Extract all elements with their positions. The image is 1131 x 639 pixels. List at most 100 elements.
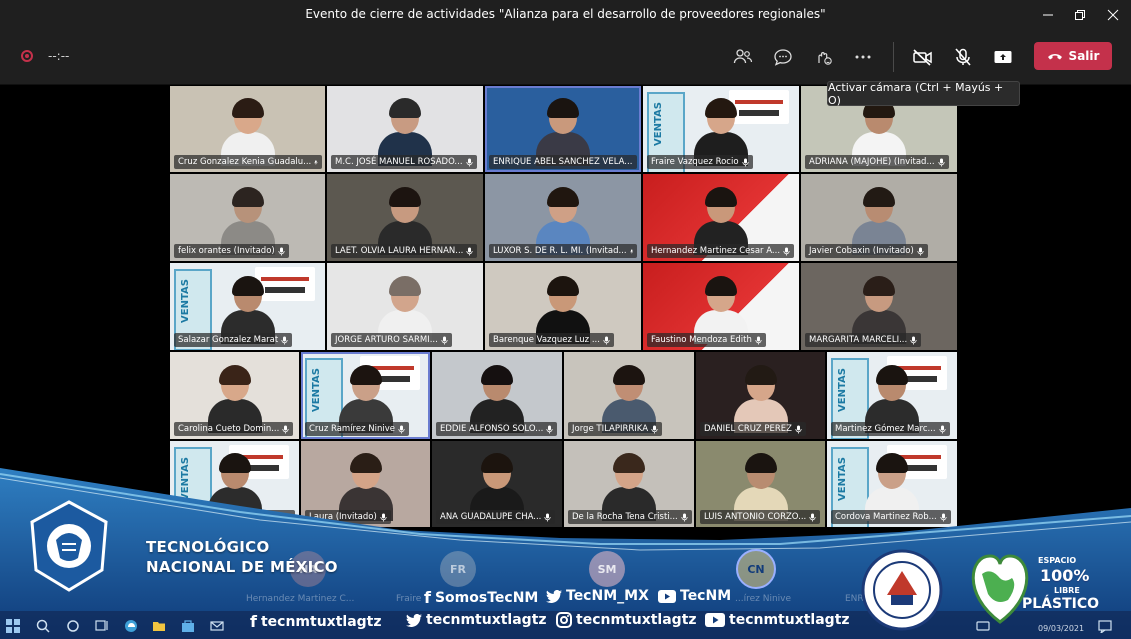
participant-name-text: EDDIE ALFONSO SOLO... <box>440 424 544 434</box>
participant-tile[interactable]: LUXOR S. DE R. L. MI. (Invitad... <box>484 173 642 262</box>
edge-icon[interactable] <box>124 618 138 632</box>
participant-name-text: Cruz Gonzalez Kenia Guadalu... <box>178 157 312 167</box>
participant-name: felix orantes (Invitado) <box>174 244 289 258</box>
participant-tile[interactable]: Faustino Mendoza Edith <box>642 262 800 351</box>
mic-icon <box>398 425 405 433</box>
camera-off-icon[interactable] <box>907 43 939 71</box>
window-titlebar: Evento de cierre de actividades "Alianza… <box>0 0 1131 30</box>
overflow-avatar[interactable]: CN <box>736 549 776 589</box>
participant-tile[interactable]: JORGE ARTURO SARMI... <box>326 262 484 351</box>
participant-name-text: Cruz Ramírez Ninive <box>309 424 395 434</box>
twitter-icon <box>546 589 562 603</box>
mail-icon[interactable] <box>210 618 224 632</box>
participant-name-text: DANIEL CRUZ PEREZ <box>704 424 792 434</box>
participant-name-text: MARGARITA MARCELI... <box>809 335 908 345</box>
participant-tile[interactable]: Hernandez Martinez Cesar A... <box>642 173 800 262</box>
participant-name-text: Carolina Cueto Domin... <box>178 424 280 434</box>
participant-tile[interactable]: Cruz Gonzalez Kenia Guadalu... <box>169 85 326 173</box>
participant-name-text: Hernandez Martinez Cesar A... <box>651 246 781 256</box>
participant-tile[interactable]: ENRIQUE ABEL SANCHEZ VELA... <box>484 85 642 173</box>
tecnm-brand: TECNOLÓGICO NACIONAL DE MÉXICO <box>146 537 338 577</box>
participant-name: ENRIQUE ABEL SANCHEZ VELA... <box>489 155 637 169</box>
search-icon[interactable] <box>36 618 50 633</box>
hang-up-icon <box>1047 54 1062 60</box>
social-handle: SomosTecNM <box>434 589 539 606</box>
mic-icon <box>603 336 610 344</box>
participant-tile[interactable]: Carolina Cueto Domin... <box>169 351 300 440</box>
participant-name: Martinez Gómez Marc... <box>831 422 950 436</box>
reactions-icon[interactable] <box>807 43 839 71</box>
participant-name: Faustino Mendoza Edith <box>647 333 766 347</box>
meeting-timer: --:-- <box>48 49 70 63</box>
leave-button[interactable]: Salir <box>1034 42 1112 70</box>
participant-name: EDDIE ALFONSO SOLO... <box>436 422 558 436</box>
participant-tile[interactable]: VENTAS Cruz Ramírez Ninive <box>300 351 431 440</box>
social-handle: tecnmtuxtlagtz <box>576 612 697 628</box>
social-handle: tecnmtuxtlagtz <box>260 613 382 630</box>
toolbar-divider <box>893 42 894 72</box>
participant-name-text: Jorge TILAPIRRIKA <box>572 424 649 434</box>
recording-indicator-icon <box>21 50 33 62</box>
social-facebook-2: f tecnmtuxtlagtz <box>250 612 382 631</box>
restore-icon[interactable] <box>1066 3 1094 27</box>
share-screen-icon[interactable] <box>987 43 1019 71</box>
task-view-icon[interactable] <box>95 618 109 632</box>
participant-name: Salazar Gonzalez Marat <box>174 333 293 347</box>
faded-participant-name: ...írez Ninive <box>735 594 792 604</box>
window-title: Evento de cierre de actividades "Alianza… <box>305 7 826 21</box>
participant-tile[interactable]: MARGARITA MARCELI... <box>800 262 958 351</box>
faded-participant-name: Hernandez Martinez C... <box>246 594 355 604</box>
close-icon[interactable] <box>1099 3 1127 27</box>
notifications-icon[interactable] <box>1098 618 1112 635</box>
participant-name-text: Barenque Vazquez Luz ... <box>493 335 600 345</box>
leave-label: Salir <box>1068 49 1100 63</box>
facebook-icon: f <box>250 612 257 631</box>
overflow-avatar[interactable]: FR <box>440 551 476 587</box>
participant-name-text: ENRIQUE ABEL SANCHEZ VELA... <box>493 157 633 167</box>
participant-tile[interactable]: Barenque Vazquez Luz ... <box>484 262 642 351</box>
badge-line-1: ESPACIO <box>1038 556 1077 565</box>
participant-name: Carolina Cueto Domin... <box>174 422 294 436</box>
overflow-avatar[interactable]: SM <box>589 551 625 587</box>
participant-name-text: Fraire Vazquez Rocio <box>651 157 739 167</box>
social-facebook: f SomosTecNM <box>424 588 538 607</box>
faded-participant-name: Fraire <box>396 594 422 604</box>
brand-line-2: NACIONAL DE MÉXICO <box>146 558 338 576</box>
participant-tile[interactable]: VENTAS Salazar Gonzalez Marat <box>169 262 326 351</box>
participant-tile[interactable]: VENTAS Fraire Vazquez Rocio <box>642 85 800 173</box>
mic-icon <box>910 336 917 344</box>
more-options-icon[interactable] <box>847 43 879 71</box>
camera-tooltip: Activar cámara (Ctrl + Mayús + O) <box>827 81 1020 107</box>
chat-icon[interactable] <box>767 43 799 71</box>
mic-off-icon[interactable] <box>947 43 979 71</box>
participant-tile[interactable]: felix orantes (Invitado) <box>169 173 326 262</box>
heart-globe-icon <box>971 554 1029 624</box>
start-icon[interactable] <box>6 618 20 633</box>
cortana-icon[interactable] <box>66 618 80 632</box>
participant-tile[interactable]: Javier Cobaxin (Invitado) <box>800 173 958 262</box>
social-instagram: tecnmtuxtlagtz <box>556 612 697 628</box>
twitter-icon <box>406 613 422 627</box>
instagram-icon <box>556 612 572 628</box>
participant-tile[interactable]: LAET. OLVIA LAURA HERNAN... <box>326 173 484 262</box>
participant-tile[interactable]: VENTAS Martinez Gómez Marc... <box>826 351 958 440</box>
participants-icon[interactable] <box>727 43 759 71</box>
mic-icon <box>795 425 802 433</box>
participant-name: LAET. OLVIA LAURA HERNAN... <box>331 244 478 258</box>
participant-tile[interactable]: M.C. JOSÉ MANUEL ROSADO... <box>326 85 484 173</box>
mic-icon <box>741 158 749 166</box>
mic-icon <box>755 336 762 344</box>
participant-tile[interactable]: EDDIE ALFONSO SOLO... <box>431 351 563 440</box>
ventas-text: VENTAS <box>837 368 848 412</box>
participant-tile[interactable]: Jorge TILAPIRRIKA <box>563 351 695 440</box>
minimize-icon[interactable] <box>1034 3 1062 27</box>
participant-name: DANIEL CRUZ PEREZ <box>700 422 806 436</box>
video-grid: Cruz Gonzalez Kenia Guadalu... M.C. JOSÉ … <box>169 85 958 528</box>
participant-name: Cruz Gonzalez Kenia Guadalu... <box>174 155 322 169</box>
social-handle: TecNM_MX <box>566 588 649 604</box>
participant-name-text: Javier Cobaxin (Invitado) <box>809 246 914 256</box>
participant-tile[interactable]: DANIEL CRUZ PEREZ <box>695 351 826 440</box>
store-icon[interactable] <box>181 618 195 632</box>
participant-name-text: Martinez Gómez Marc... <box>835 424 936 434</box>
explorer-icon[interactable] <box>152 618 166 632</box>
